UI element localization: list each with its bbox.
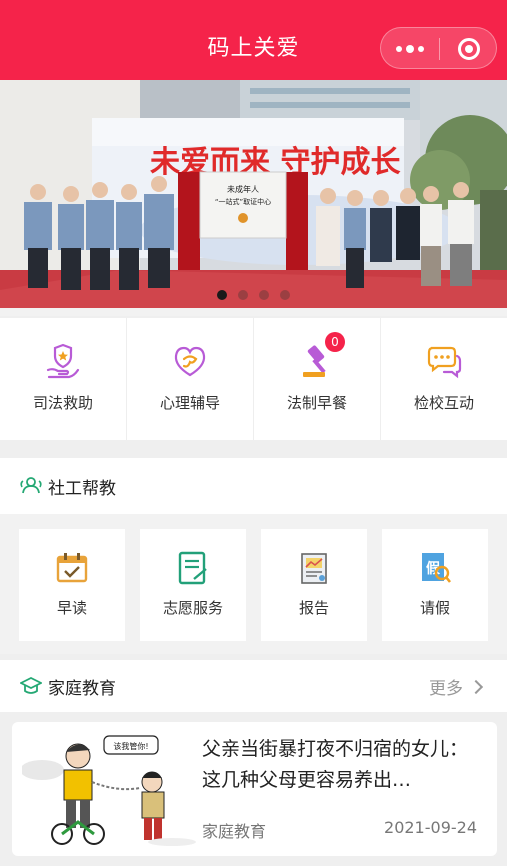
section-family-edu-header: 家庭教育 更多 bbox=[0, 660, 507, 712]
menu-legal-breakfast[interactable]: 0 法制早餐 bbox=[254, 318, 381, 440]
close-miniapp-button[interactable] bbox=[440, 28, 498, 70]
mini-program-capsule bbox=[380, 27, 497, 69]
menu-counseling[interactable]: 心理辅导 bbox=[127, 318, 254, 440]
banner-carousel[interactable]: 未爱而来 守护成长 未成年人 “一站式”取证中心 bbox=[0, 80, 507, 316]
carousel-indicator bbox=[0, 290, 507, 300]
hand-heart-icon bbox=[46, 343, 80, 379]
tile-morning-reading[interactable]: 早读 bbox=[19, 529, 125, 641]
tile-leave[interactable]: 假 请假 bbox=[382, 529, 488, 641]
chevron-right-icon bbox=[468, 679, 484, 694]
notification-badge: 0 bbox=[325, 332, 345, 352]
menu-label: 心理辅导 bbox=[159, 394, 220, 412]
target-icon bbox=[458, 38, 480, 60]
menu-school-interaction[interactable]: 检校互动 bbox=[381, 318, 507, 440]
banner-photo: 未爱而来 守护成长 未成年人 “一站式”取证中心 bbox=[0, 80, 507, 316]
carousel-dot[interactable] bbox=[238, 290, 248, 300]
helpers-icon bbox=[20, 477, 42, 494]
tile-label: 早读 bbox=[56, 599, 87, 617]
more-label: 更多 bbox=[429, 679, 463, 699]
menu-label: 法制早餐 bbox=[286, 394, 347, 412]
tile-label: 报告 bbox=[298, 599, 329, 617]
calendar-icon bbox=[56, 553, 88, 583]
thumb-bubble-text: 该我管你! bbox=[113, 741, 148, 751]
form-icon bbox=[178, 551, 207, 585]
chat-bubbles-icon bbox=[427, 346, 462, 379]
section-title: 家庭教育 bbox=[48, 678, 116, 699]
quick-menu: 司法救助 心理辅导 0 法制早餐 检校互动 bbox=[0, 318, 507, 440]
tile-report[interactable]: 报告 bbox=[261, 529, 367, 641]
section-social-work-header: 社工帮教 bbox=[0, 458, 507, 514]
plaque-line2: “一站式”取证中心 bbox=[215, 197, 271, 206]
more-menu-button[interactable] bbox=[381, 28, 439, 70]
social-work-grid: 早读 志愿服务 报告 假 请假 bbox=[0, 514, 507, 654]
carousel-dot[interactable] bbox=[280, 290, 290, 300]
top-bar: 码上关爱 bbox=[0, 0, 507, 80]
tile-volunteer[interactable]: 志愿服务 bbox=[140, 529, 246, 641]
menu-label: 检校互动 bbox=[413, 394, 474, 412]
graduation-cap-icon bbox=[20, 676, 42, 694]
article-thumbnail: 该我管你! bbox=[20, 730, 198, 846]
article-date: 2021-09-24 bbox=[384, 818, 477, 837]
article-category: 家庭教育 bbox=[202, 822, 267, 841]
article-card[interactable]: 该我管你! 父亲当街暴打夜不归宿的女儿：这几种父母更容易养出… 家庭教育 202… bbox=[12, 722, 497, 856]
heart-chat-icon bbox=[174, 346, 206, 377]
report-icon bbox=[301, 553, 327, 584]
carousel-dot[interactable] bbox=[217, 290, 227, 300]
carousel-dot[interactable] bbox=[259, 290, 269, 300]
leave-icon: 假 bbox=[422, 553, 452, 583]
cartoon-illustration: 该我管你! bbox=[20, 730, 198, 846]
menu-judicial-aid[interactable]: 司法救助 bbox=[0, 318, 127, 440]
section-title: 社工帮教 bbox=[48, 478, 116, 499]
tile-label: 志愿服务 bbox=[162, 599, 223, 617]
tile-label: 请假 bbox=[419, 599, 450, 617]
menu-label: 司法救助 bbox=[32, 394, 93, 412]
article-title: 父亲当街暴打夜不归宿的女儿：这几种父母更容易养出… bbox=[202, 738, 469, 791]
more-link[interactable]: 更多 bbox=[429, 674, 484, 699]
plaque-line1: 未成年人 bbox=[227, 184, 259, 194]
